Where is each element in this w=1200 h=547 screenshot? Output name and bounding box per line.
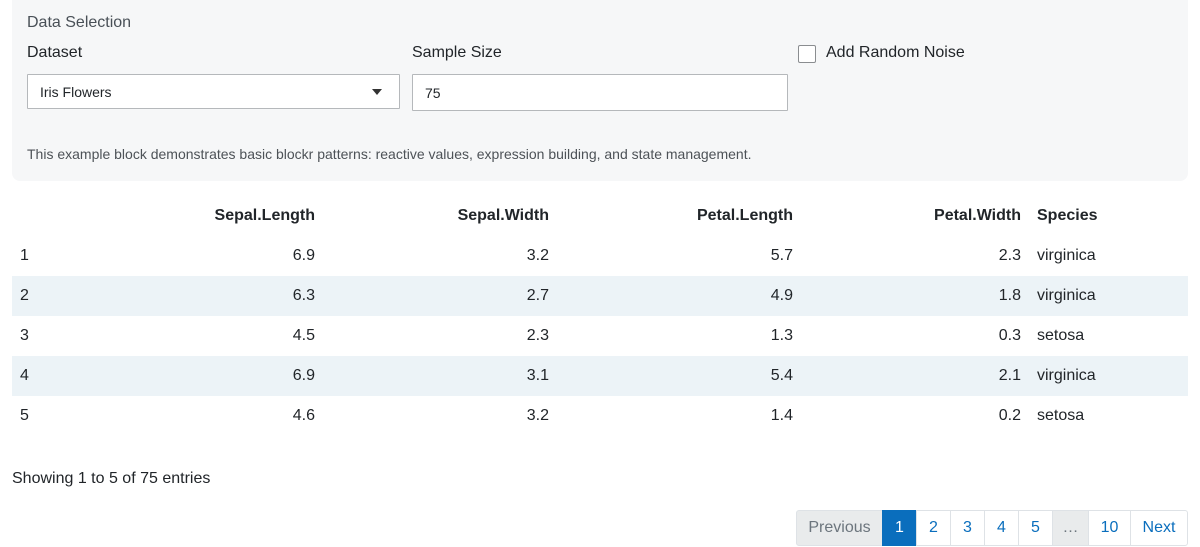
page-2-button[interactable]: 2	[916, 510, 951, 546]
cell-species: virginica	[1021, 276, 1188, 316]
dataset-select[interactable]: Iris Flowers	[27, 74, 400, 109]
page-1-button[interactable]: 1	[882, 510, 917, 546]
cell-index: 5	[12, 396, 140, 436]
cell-species: setosa	[1021, 396, 1188, 436]
page-3-button[interactable]: 3	[950, 510, 985, 546]
cell-sepal-width: 3.1	[315, 356, 549, 396]
cell-petal-length: 4.9	[549, 276, 793, 316]
dataset-label: Dataset	[27, 44, 83, 61]
table-row: 3 4.5 2.3 1.3 0.3 setosa	[12, 316, 1188, 356]
dataset-selected-value: Iris Flowers	[40, 84, 112, 100]
page: Data Selection Dataset Iris Flowers Samp…	[0, 0, 1200, 547]
cell-petal-length: 5.4	[549, 356, 793, 396]
table-row: 5 4.6 3.2 1.4 0.2 setosa	[12, 396, 1188, 436]
cell-sepal-length: 6.9	[140, 236, 315, 276]
table-info: Showing 1 to 5 of 75 entries	[12, 470, 211, 487]
data-selection-panel: Data Selection Dataset Iris Flowers Samp…	[12, 0, 1188, 181]
page-5-button[interactable]: 5	[1018, 510, 1053, 546]
next-button[interactable]: Next	[1130, 510, 1188, 546]
cell-sepal-width: 3.2	[315, 236, 549, 276]
header-sepal-length[interactable]: Sepal.Length	[140, 196, 315, 236]
cell-petal-width: 2.3	[793, 236, 1021, 276]
page-10-button[interactable]: 10	[1088, 510, 1131, 546]
cell-index: 3	[12, 316, 140, 356]
cell-petal-width: 0.2	[793, 396, 1021, 436]
cell-petal-length: 1.3	[549, 316, 793, 356]
table-row: 1 6.9 3.2 5.7 2.3 virginica	[12, 236, 1188, 276]
cell-species: setosa	[1021, 316, 1188, 356]
cell-petal-length: 5.7	[549, 236, 793, 276]
cell-petal-width: 2.1	[793, 356, 1021, 396]
data-table: Sepal.Length Sepal.Width Petal.Length Pe…	[12, 196, 1188, 436]
add-random-noise-checkbox[interactable]	[798, 45, 816, 63]
cell-petal-width: 0.3	[793, 316, 1021, 356]
description-text: This example block demonstrates basic bl…	[27, 146, 752, 162]
previous-button[interactable]: Previous	[796, 510, 883, 546]
cell-petal-length: 1.4	[549, 396, 793, 436]
pagination-ellipsis: …	[1052, 510, 1089, 546]
header-sepal-width[interactable]: Sepal.Width	[315, 196, 549, 236]
sample-size-label: Sample Size	[412, 44, 502, 61]
cell-petal-width: 1.8	[793, 276, 1021, 316]
cell-sepal-width: 2.7	[315, 276, 549, 316]
cell-index: 4	[12, 356, 140, 396]
table-header-row: Sepal.Length Sepal.Width Petal.Length Pe…	[12, 196, 1188, 236]
cell-species: virginica	[1021, 236, 1188, 276]
cell-species: virginica	[1021, 356, 1188, 396]
caret-down-icon	[372, 89, 382, 95]
table-row: 2 6.3 2.7 4.9 1.8 virginica	[12, 276, 1188, 316]
add-random-noise-label[interactable]: Add Random Noise	[826, 44, 965, 62]
header-index[interactable]	[12, 196, 140, 236]
header-species[interactable]: Species	[1021, 196, 1188, 236]
page-4-button[interactable]: 4	[984, 510, 1019, 546]
panel-title: Data Selection	[27, 14, 132, 31]
cell-sepal-width: 3.2	[315, 396, 549, 436]
cell-sepal-length: 6.3	[140, 276, 315, 316]
cell-sepal-length: 4.5	[140, 316, 315, 356]
cell-index: 2	[12, 276, 140, 316]
sample-size-input[interactable]	[412, 74, 788, 111]
table-row: 4 6.9 3.1 5.4 2.1 virginica	[12, 356, 1188, 396]
cell-sepal-width: 2.3	[315, 316, 549, 356]
pagination: Previous 1 2 3 4 5 … 10 Next	[796, 510, 1188, 546]
cell-sepal-length: 6.9	[140, 356, 315, 396]
cell-sepal-length: 4.6	[140, 396, 315, 436]
cell-index: 1	[12, 236, 140, 276]
header-petal-width[interactable]: Petal.Width	[793, 196, 1021, 236]
header-petal-length[interactable]: Petal.Length	[549, 196, 793, 236]
